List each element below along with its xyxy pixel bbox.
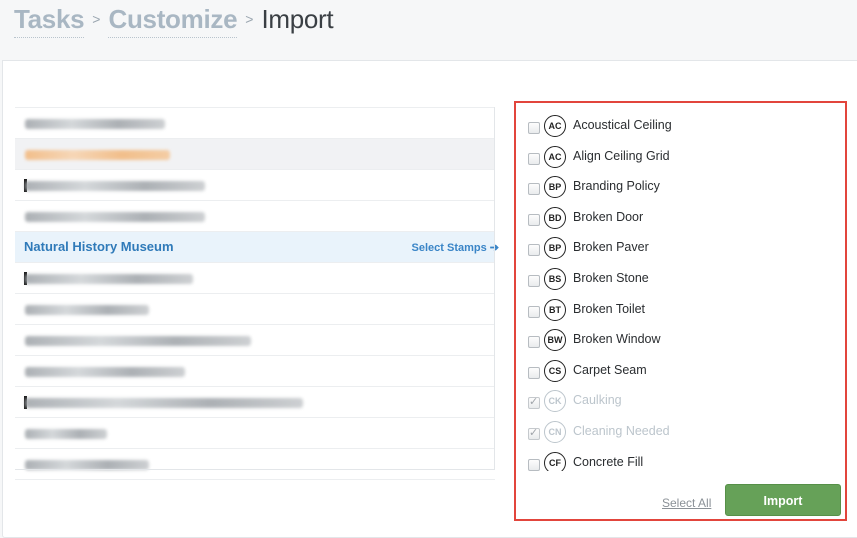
stamp-checkbox[interactable] [528, 426, 540, 440]
stamp-label: Broken Paver [573, 240, 649, 255]
project-row[interactable] [15, 449, 495, 480]
select-all-link[interactable]: Select All [662, 496, 711, 510]
stamp-label: Branding Policy [573, 179, 660, 194]
stamp-badge: CS [544, 359, 566, 382]
project-row[interactable] [15, 108, 495, 139]
project-row[interactable] [15, 263, 495, 294]
stamp-row[interactable]: BS Broken Stone [516, 266, 845, 296]
stamp-label: Broken Window [573, 332, 661, 347]
stamp-badge: CK [544, 390, 566, 413]
stamp-badge: BP [544, 176, 566, 199]
stamp-checkbox[interactable] [528, 122, 540, 134]
project-row[interactable] [15, 325, 495, 356]
project-row[interactable] [15, 201, 495, 232]
stamp-row[interactable]: BP Branding Policy [516, 174, 845, 204]
stamp-label: Concrete Fill [573, 454, 644, 469]
page-title: Import [261, 4, 334, 34]
stamp-label: Broken Door [573, 209, 644, 224]
stamp-label: Cleaning Needed [573, 424, 670, 438]
list-bottom-divider [15, 469, 495, 470]
stamp-checkbox[interactable] [528, 183, 540, 196]
redacted-project-name [25, 274, 193, 284]
stamp-row[interactable]: AC Acoustical Ceiling [516, 113, 845, 143]
stamp-row[interactable]: BP Broken Paver [516, 235, 845, 265]
redacted-project-name [25, 367, 185, 377]
breadcrumb-separator: > [92, 11, 101, 27]
stamp-checkbox[interactable] [528, 152, 540, 165]
stamp-badge: BS [544, 268, 566, 290]
stamp-row[interactable]: CN Cleaning Needed [516, 419, 845, 449]
stamp-checkbox[interactable] [528, 458, 540, 471]
breadcrumb-separator: > [245, 11, 254, 27]
project-row[interactable] [15, 356, 495, 387]
redacted-project-name [25, 429, 107, 439]
stamp-checkbox[interactable] [528, 336, 540, 349]
select-stamps-link[interactable]: Select Stamps ➔ [412, 241, 499, 254]
stamp-badge: CF [544, 451, 566, 471]
redacted-project-name [25, 305, 149, 315]
stamp-checkbox[interactable] [528, 305, 540, 318]
project-row[interactable] [15, 387, 495, 418]
stamp-list[interactable]: AC Acoustical Ceiling AC Align Ceiling Grid… [516, 109, 845, 471]
stamp-checkbox[interactable] [528, 244, 540, 257]
import-button[interactable]: Import [725, 484, 841, 516]
stamp-label: Align Ceiling Grid [573, 148, 670, 163]
redacted-project-name [25, 398, 303, 408]
project-row[interactable] [15, 139, 495, 170]
stamp-label: Carpet Seam [573, 362, 647, 377]
redacted-project-name [25, 150, 170, 160]
breadcrumb-customize-link[interactable]: Customize [108, 4, 238, 38]
project-row[interactable] [15, 294, 495, 325]
stamp-badge: BD [544, 206, 566, 229]
stamp-row[interactable]: BD Broken Door [516, 205, 845, 235]
stamp-row[interactable]: CK Caulking [516, 388, 845, 418]
breadcrumb: Tasks > Customize > Import [14, 4, 334, 42]
redacted-project-name [25, 336, 251, 346]
stamp-label: Broken Stone [573, 271, 649, 285]
stamp-label: Acoustical Ceiling [573, 118, 672, 132]
stamp-badge: AC [544, 115, 566, 137]
column-divider [494, 107, 495, 469]
stamp-selection-panel: AC Acoustical Ceiling AC Align Ceiling Grid… [514, 101, 847, 521]
stamp-badge: BW [544, 329, 566, 352]
breadcrumb-tasks-link[interactable]: Tasks [14, 4, 85, 38]
stamp-badge: AC [544, 145, 566, 168]
stamp-badge: BP [544, 237, 566, 260]
stamp-badge: CN [544, 421, 566, 443]
project-row[interactable] [15, 170, 495, 201]
stamp-checkbox[interactable] [528, 275, 540, 287]
stamp-row[interactable]: CF Concrete Fill [516, 450, 845, 471]
stamp-checkbox[interactable] [528, 366, 540, 379]
stamp-checkbox[interactable] [528, 395, 540, 410]
redacted-project-name [25, 181, 205, 191]
stamp-row[interactable]: BT Broken Toilet [516, 297, 845, 327]
stamp-row[interactable]: BW Broken Window [516, 327, 845, 357]
stamp-checkbox[interactable] [528, 213, 540, 226]
project-name: Natural History Museum [24, 239, 174, 254]
project-row[interactable] [15, 418, 495, 449]
stamp-row[interactable]: CS Carpet Seam [516, 358, 845, 388]
stamp-row[interactable]: AC Align Ceiling Grid [516, 144, 845, 174]
redacted-project-name [25, 212, 205, 222]
stamp-badge: BT [544, 298, 566, 321]
redacted-project-name [25, 119, 165, 129]
project-list: Natural History Museum Select Stamps ➔ [15, 107, 499, 480]
project-row-natural-history-museum[interactable]: Natural History Museum Select Stamps ➔ [15, 232, 499, 263]
stamp-label: Broken Toilet [573, 301, 646, 316]
stamp-label: Caulking [573, 393, 622, 408]
